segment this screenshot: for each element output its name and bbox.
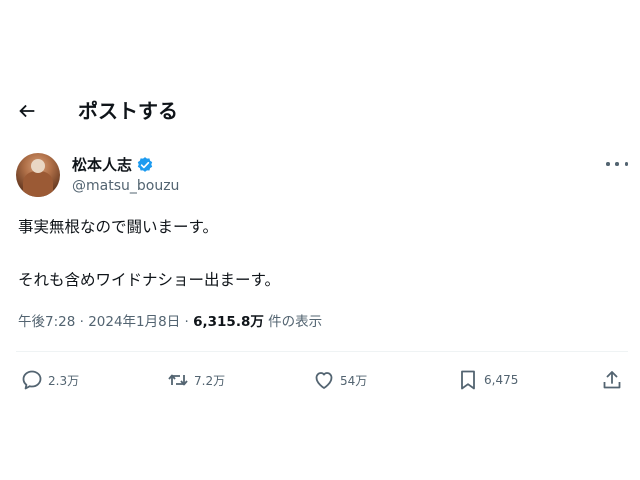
share-icon bbox=[603, 371, 621, 389]
repost-icon bbox=[168, 374, 188, 386]
avatar-head bbox=[31, 159, 45, 173]
author-name-row[interactable]: 松本人志 bbox=[72, 155, 154, 175]
more-dot-icon bbox=[624, 162, 628, 166]
divider bbox=[16, 351, 628, 352]
page-title: ポストする bbox=[78, 99, 178, 123]
share-button[interactable] bbox=[600, 366, 628, 394]
avatar-torso bbox=[23, 171, 53, 197]
verified-badge-icon bbox=[136, 156, 154, 174]
more-dot-icon bbox=[606, 162, 610, 166]
heart-icon bbox=[315, 372, 333, 389]
post-date[interactable]: 2024年1月8日 bbox=[88, 314, 180, 330]
more-dot-icon bbox=[615, 162, 619, 166]
reply-icon bbox=[22, 370, 42, 390]
like-count: 54万 bbox=[340, 373, 368, 388]
bookmark-count: 6,475 bbox=[484, 373, 519, 387]
view-count-label: 件の表示 bbox=[263, 314, 323, 330]
like-button[interactable]: 54万 bbox=[312, 366, 367, 394]
arrow-left-icon bbox=[19, 104, 35, 118]
repost-count: 7.2万 bbox=[194, 373, 226, 388]
page-header: ポストする bbox=[0, 92, 640, 132]
avatar[interactable] bbox=[16, 153, 60, 197]
meta-separator: · bbox=[180, 314, 194, 330]
reply-count: 2.3万 bbox=[48, 373, 80, 388]
author-handle[interactable]: @matsu_bouzu bbox=[72, 177, 179, 195]
author-name[interactable]: 松本人志 bbox=[72, 155, 132, 175]
repost-button[interactable]: 7.2万 bbox=[166, 366, 225, 394]
more-options-button[interactable] bbox=[606, 155, 628, 173]
post-text-line-1: 事実無根なので闘いまーす。 bbox=[18, 218, 218, 236]
view-count[interactable]: 6,315.8万 bbox=[193, 314, 264, 330]
bookmark-button[interactable]: 6,475 bbox=[456, 366, 518, 394]
bookmark-icon bbox=[461, 370, 475, 390]
back-button[interactable] bbox=[16, 100, 42, 124]
post-time[interactable]: 午後7:28 bbox=[18, 314, 75, 330]
reply-button[interactable]: 2.3万 bbox=[20, 366, 79, 394]
action-bar: 2.3万 7.2万 54万 6,475 bbox=[0, 366, 640, 394]
meta-separator: · bbox=[75, 314, 89, 330]
post-meta: 午後7:28 · 2024年1月8日 · 6,315.8万 件の表示 bbox=[18, 312, 322, 332]
post-text-line-2: それも含めワイドナショー出まーす。 bbox=[18, 271, 280, 289]
